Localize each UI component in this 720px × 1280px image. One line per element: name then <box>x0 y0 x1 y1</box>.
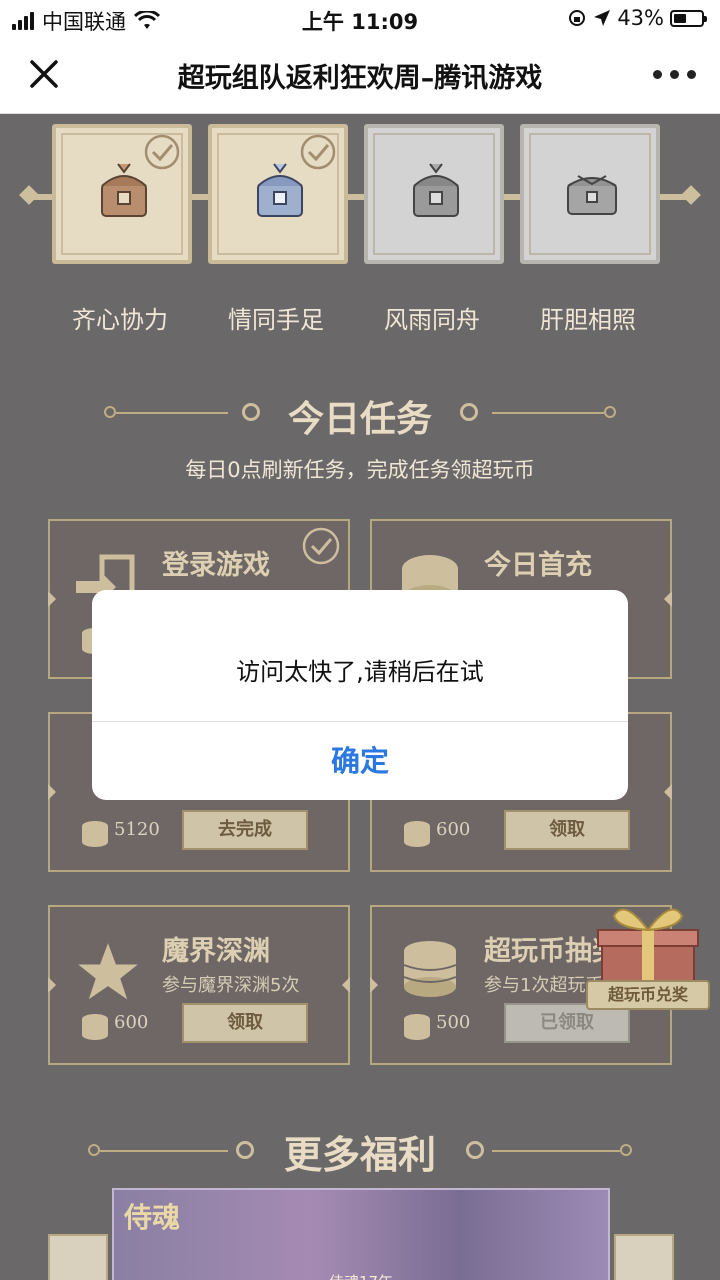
confirm-button[interactable]: 确定 <box>92 722 628 800</box>
alert-message: 访问太快了,请稍后在试 <box>236 658 484 686</box>
modal-overlay: 访问太快了,请稍后在试 确定 <box>0 0 720 1280</box>
alert-dialog: 访问太快了,请稍后在试 确定 <box>92 590 628 800</box>
